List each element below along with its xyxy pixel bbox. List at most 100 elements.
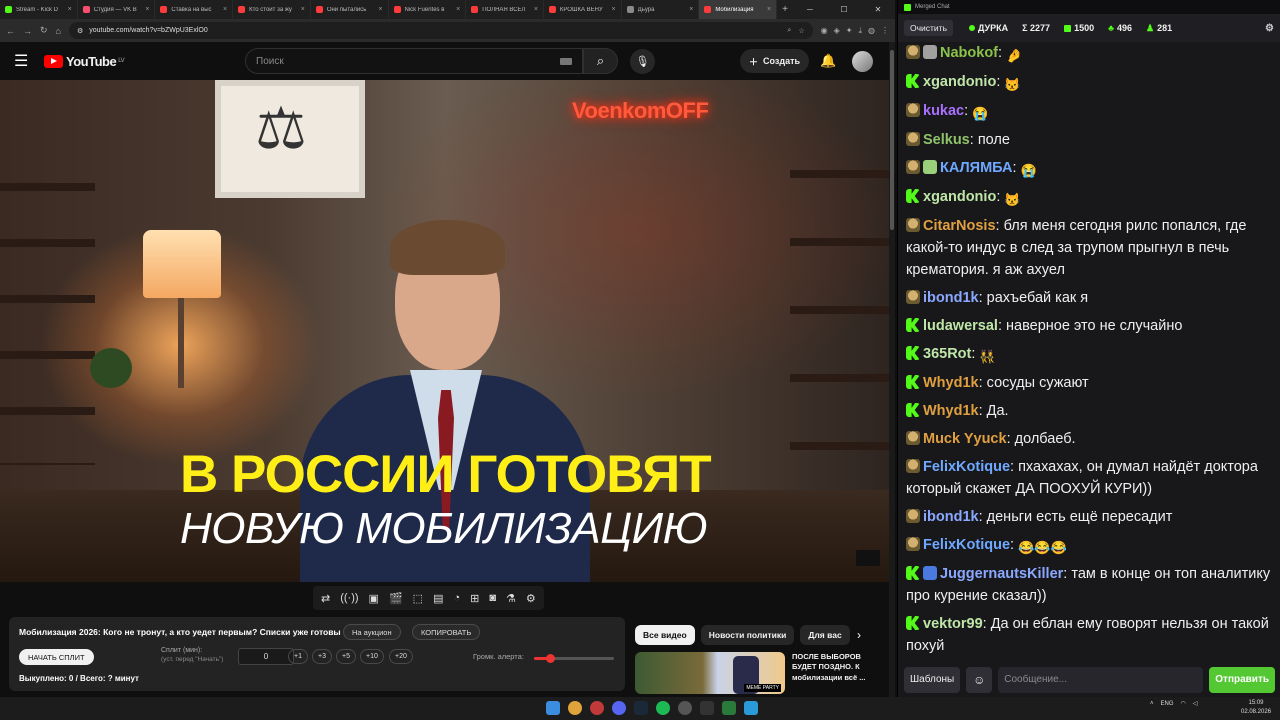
chat-username[interactable]: CitarNosis: [923, 218, 996, 234]
extension-icon[interactable]: ◉: [821, 26, 828, 36]
youtube-logo[interactable]: YouTube LV: [44, 54, 125, 69]
crop-icon[interactable]: ⬚: [413, 592, 423, 605]
tab-close-icon[interactable]: ×: [223, 6, 227, 13]
browser-tab[interactable]: Мобилизация ×: [699, 0, 778, 19]
recommended-video-title[interactable]: ПОСЛЕ ВЫБОРОВ БУДЕТ ПОЗДНО. К мобилизаци…: [792, 652, 882, 683]
search-button[interactable]: ⌕: [583, 48, 618, 74]
broadcast-icon[interactable]: ((·)): [340, 592, 358, 604]
chat-username[interactable]: ibond1k: [923, 290, 979, 306]
telegram-icon[interactable]: [744, 701, 758, 715]
camera-icon[interactable]: ◙: [489, 592, 496, 604]
speed-icon[interactable]: ◔: [453, 592, 460, 604]
browser-tab[interactable]: ПОЛНАЯ ВСЕЛ ×: [466, 0, 544, 19]
browser-tab[interactable]: Кто стоит за жу ×: [233, 0, 311, 19]
voice-search-button[interactable]: 🎙: [630, 48, 655, 74]
tab-close-icon[interactable]: ×: [68, 6, 72, 13]
video-player[interactable]: ⚖ VoenkomOFF В РОССИИ ГОТОВЯТ НОВУЮ МОБИ…: [0, 80, 889, 582]
step-button[interactable]: +1: [288, 649, 308, 664]
browser-tab[interactable]: Дьура ×: [622, 0, 700, 19]
discord-icon[interactable]: [612, 701, 626, 715]
close-icon[interactable]: ✕: [861, 5, 895, 14]
chat-username[interactable]: xgandonio: [923, 189, 996, 205]
hamburger-menu-icon[interactable]: ☰: [14, 51, 44, 71]
gear-icon[interactable]: ⚙: [526, 592, 536, 605]
alert-volume-slider[interactable]: [534, 654, 614, 663]
menu-icon[interactable]: ⋮: [881, 26, 889, 36]
step-button[interactable]: +3: [312, 649, 332, 664]
message-input[interactable]: Сообщение...: [998, 666, 1204, 693]
chat-username[interactable]: kukac: [923, 103, 964, 119]
cinema-icon[interactable]: ▤: [433, 592, 443, 605]
spotify-icon[interactable]: [656, 701, 670, 715]
emoji-icon[interactable]: ☺: [966, 666, 993, 693]
chat-username[interactable]: Nabokof: [940, 45, 998, 61]
site-info-icon[interactable]: ⚙: [77, 27, 83, 35]
filter-chip[interactable]: Для вас: [800, 625, 850, 645]
chat-username[interactable]: ibond1k: [923, 509, 979, 525]
filter-chip[interactable]: Все видео: [635, 625, 695, 645]
create-button[interactable]: ＋ Создать: [740, 49, 810, 73]
chevron-up-icon[interactable]: ˄: [1150, 701, 1154, 707]
page-scrollbar[interactable]: [889, 42, 895, 697]
flask-icon[interactable]: ⚗: [506, 592, 516, 605]
step-button[interactable]: +10: [360, 649, 384, 664]
browser-tab[interactable]: Студия — VK В ×: [78, 0, 156, 19]
chat-username[interactable]: 365Rot: [923, 346, 971, 362]
reload-icon[interactable]: ↻: [40, 25, 48, 36]
browser-tab[interactable]: Ставка на выс ×: [155, 0, 234, 19]
minimize-icon[interactable]: ─: [793, 5, 827, 14]
settings-gear-icon[interactable]: ⚙: [1265, 23, 1274, 34]
tab-close-icon[interactable]: ×: [612, 6, 616, 13]
new-tab-button[interactable]: +: [777, 4, 793, 15]
zoom-icon[interactable]: ⌕: [787, 27, 791, 35]
auction-button[interactable]: На аукцион: [343, 624, 401, 640]
send-button[interactable]: Отправить: [1209, 666, 1275, 693]
steam-icon[interactable]: [634, 701, 648, 715]
step-button[interactable]: +20: [389, 649, 413, 664]
chat-username[interactable]: КАЛЯМБА: [940, 160, 1013, 176]
browser-tab[interactable]: Stream - Kick D ×: [0, 0, 78, 19]
chevron-right-icon[interactable]: ›: [857, 628, 861, 642]
maximize-icon[interactable]: ☐: [827, 5, 861, 14]
url-field[interactable]: ⚙ youtube.com/watch?v=bZWpU3ExlO0 ⌕ ☆: [68, 22, 813, 39]
chat-username[interactable]: Muck Yyuck: [923, 431, 1007, 447]
chat-username[interactable]: Whyd1k: [923, 403, 979, 419]
download-icon[interactable]: ⤓: [858, 26, 862, 36]
volume-icon[interactable]: ◁: [1193, 700, 1198, 707]
wifi-icon[interactable]: ◠: [1181, 700, 1186, 707]
opera-icon[interactable]: [590, 701, 604, 715]
keyboard-icon[interactable]: [560, 57, 572, 65]
chat-messages[interactable]: Nabokof: 🤌 xgandonio: 😾 kukac: 😭 Selkus: по…: [906, 42, 1271, 660]
templates-button[interactable]: Шаблоны: [904, 666, 961, 693]
chat-username[interactable]: JuggernautsKiller: [940, 566, 1063, 582]
bookmark-icon[interactable]: ☆: [798, 27, 804, 35]
screenshot-icon[interactable]: ▣: [369, 592, 379, 605]
clock[interactable]: 15:09 02.08.2026: [1241, 699, 1271, 717]
start-split-button[interactable]: НАЧАТЬ СПЛИТ: [19, 649, 94, 665]
home-icon[interactable]: ⌂: [56, 26, 61, 36]
loop-icon[interactable]: ⇄: [321, 592, 330, 605]
clapper-icon[interactable]: 🎬: [389, 592, 403, 605]
copy-button[interactable]: КОПИРОВАТЬ: [412, 624, 481, 640]
avatar[interactable]: [852, 50, 873, 72]
windows-start-icon[interactable]: [546, 701, 560, 715]
scrollbar-thumb[interactable]: [890, 50, 894, 230]
browser-tab[interactable]: Nick Fuentes в ×: [389, 0, 467, 19]
chat-username[interactable]: ludawersal: [923, 318, 998, 334]
browser-tab[interactable]: КРОШКА ВЕНУ ×: [544, 0, 622, 19]
step-button[interactable]: +5: [336, 649, 356, 664]
forward-icon[interactable]: →: [23, 26, 32, 36]
tab-close-icon[interactable]: ×: [378, 6, 382, 13]
chat-username[interactable]: vektor99: [923, 616, 983, 632]
add-icon[interactable]: ⊞: [470, 592, 479, 605]
tab-close-icon[interactable]: ×: [767, 6, 771, 13]
channel-watermark[interactable]: [856, 550, 880, 566]
chat-username[interactable]: FelixKotique: [923, 459, 1010, 475]
tab-close-icon[interactable]: ×: [534, 6, 538, 13]
app-icon[interactable]: [722, 701, 736, 715]
profile-icon[interactable]: ◍: [868, 26, 875, 36]
chat-username[interactable]: FelixKotique: [923, 537, 1010, 553]
chat-username[interactable]: Selkus: [923, 132, 970, 148]
recommended-video-thumbnail[interactable]: MEME PARTY: [635, 652, 785, 694]
obs-icon[interactable]: [678, 701, 692, 715]
